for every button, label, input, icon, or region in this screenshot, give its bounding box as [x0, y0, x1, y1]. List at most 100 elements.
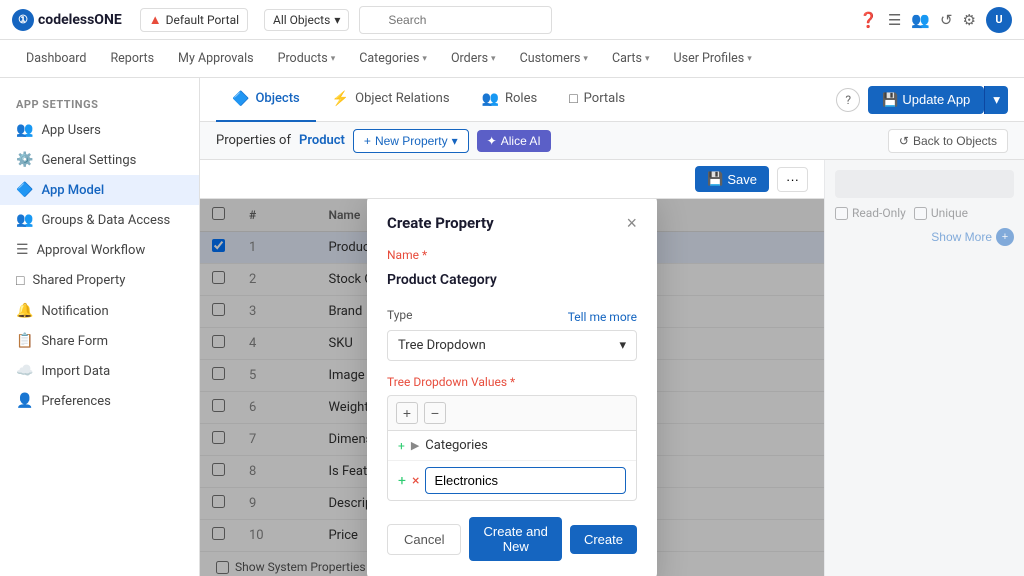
save-button[interactable]: 💾 Save	[695, 166, 769, 192]
chevron-down-icon: ▾	[331, 54, 336, 64]
portal-selector[interactable]: ▲ Default Portal	[140, 8, 248, 32]
history-icon[interactable]: ↺	[940, 11, 953, 29]
top-bar: ① codelessONE ▲ Default Portal All Objec…	[0, 0, 1024, 40]
cancel-button[interactable]: Cancel	[387, 524, 461, 555]
avatar[interactable]: U	[986, 7, 1012, 33]
alice-icon: ✦	[487, 134, 497, 148]
tree-item-remove-icon[interactable]: ×	[412, 473, 419, 489]
tree-item-add-icon[interactable]: +	[398, 473, 406, 489]
unique-check[interactable]: Unique	[914, 206, 968, 220]
unique-checkbox[interactable]	[914, 207, 927, 220]
tree-category-label: Categories	[425, 438, 488, 453]
tab-roles[interactable]: 👥 Roles	[466, 78, 554, 122]
help-button[interactable]: ?	[836, 88, 860, 112]
back-icon: ↺	[899, 134, 909, 148]
tree-input-row: + ×	[388, 461, 636, 500]
more-options-button[interactable]: ···	[777, 167, 808, 192]
sidebar-item-label: Approval Workflow	[37, 243, 146, 258]
nav-products[interactable]: Products▾	[268, 47, 346, 70]
plus-icon: +	[364, 134, 371, 148]
alice-ai-button[interactable]: ✦ Alice AI	[477, 130, 551, 152]
sidebar-item-share-form[interactable]: 📋 Share Form	[0, 326, 199, 356]
create-property-modal: Create Property × Name * Product Categor…	[367, 199, 657, 576]
props-label: Properties of	[216, 133, 291, 148]
tab-object-relations[interactable]: ⚡ Object Relations	[316, 78, 466, 122]
right-panel-options: Read-Only Unique	[835, 206, 1014, 220]
sidebar-item-general-settings[interactable]: ⚙️ General Settings	[0, 145, 199, 175]
sidebar-section-label: App Settings	[0, 92, 199, 115]
logo-icon: ①	[12, 9, 34, 31]
tree-body: + ▶ Categories + ×	[387, 430, 637, 501]
right-panel: Read-Only Unique Show More +	[824, 160, 1024, 576]
sidebar-item-import-data[interactable]: ☁️ Import Data	[0, 356, 199, 386]
chevron-down-icon: ▾	[422, 54, 427, 64]
sidebar-item-label: Import Data	[41, 364, 110, 379]
tree-remove-button[interactable]: −	[424, 402, 446, 424]
update-app-label: Update App	[902, 92, 970, 107]
main-layout: App Settings 👥 App Users ⚙️ General Sett…	[0, 78, 1024, 576]
objects-dropdown[interactable]: All Objects ▾	[264, 9, 349, 31]
new-property-button[interactable]: + New Property ▾	[353, 129, 469, 153]
chevron-down-icon: ▾	[645, 54, 650, 64]
nav-categories[interactable]: Categories▾	[349, 47, 437, 70]
type-select[interactable]: Tree Dropdown ▾	[387, 330, 637, 361]
sidebar: App Settings 👥 App Users ⚙️ General Sett…	[0, 78, 200, 576]
groups-icon: 👥	[16, 212, 33, 228]
objects-tab-icon: 🔷	[232, 91, 249, 107]
nav-orders[interactable]: Orders▾	[441, 47, 506, 70]
sidebar-item-preferences[interactable]: 👤 Preferences	[0, 386, 199, 416]
nav-approvals[interactable]: My Approvals	[168, 47, 264, 70]
tab-objects[interactable]: 🔷 Objects	[216, 78, 316, 122]
nav-carts[interactable]: Carts▾	[602, 47, 660, 70]
show-more-label: Show More	[931, 230, 992, 244]
menu-icon[interactable]: ☰	[888, 11, 901, 29]
create-button[interactable]: Create	[570, 525, 637, 554]
modal-header: Create Property ×	[387, 214, 637, 232]
tree-expand-add-icon[interactable]: +	[398, 439, 405, 453]
chevron-right-icon: ▶	[411, 439, 419, 452]
readonly-check[interactable]: Read-Only	[835, 206, 906, 220]
sidebar-item-app-model[interactable]: 🔷 App Model	[0, 175, 199, 205]
portals-tab-icon: □	[569, 90, 577, 107]
users-icon[interactable]: 👥	[911, 11, 930, 29]
tree-item-input[interactable]	[425, 467, 626, 494]
object-tabs: 🔷 Objects ⚡ Object Relations 👥 Roles □ P…	[200, 78, 1024, 122]
logo-text: codelessONE	[38, 12, 122, 28]
nav-customers[interactable]: Customers▾	[510, 47, 598, 70]
sidebar-item-groups[interactable]: 👥 Groups & Data Access	[0, 205, 199, 235]
help-icon[interactable]: ❓	[859, 11, 878, 29]
main-content: 🔷 Objects ⚡ Object Relations 👥 Roles □ P…	[200, 78, 1024, 576]
sidebar-item-approval-workflow[interactable]: ☰ Approval Workflow	[0, 235, 199, 265]
nav-dashboard[interactable]: Dashboard	[16, 47, 96, 70]
type-select-value: Tree Dropdown	[398, 338, 486, 353]
chevron-down-icon: ▾	[747, 54, 752, 64]
nav-reports[interactable]: Reports	[100, 47, 164, 70]
table-toolbar: 💾 Save ···	[200, 160, 824, 199]
name-field-value: Product Category	[387, 266, 637, 294]
sidebar-item-app-users[interactable]: 👥 App Users	[0, 115, 199, 145]
create-and-new-button[interactable]: Create and New	[469, 517, 562, 561]
back-label: Back to Objects	[913, 134, 997, 148]
tab-portals[interactable]: □ Portals	[553, 78, 641, 122]
sidebar-item-shared-property[interactable]: □ Shared Property	[0, 265, 199, 296]
back-to-objects-button[interactable]: ↺ Back to Objects	[888, 129, 1008, 153]
new-prop-label: New Property	[375, 134, 448, 148]
sidebar-item-notification[interactable]: 🔔 Notification	[0, 296, 199, 326]
search-wrap: 🔍	[359, 6, 552, 34]
modal-close-button[interactable]: ×	[626, 214, 637, 232]
update-app-dropdown-button[interactable]: ▾	[984, 86, 1008, 114]
settings-icon[interactable]: ⚙	[963, 11, 976, 29]
show-more-button[interactable]: Show More +	[931, 228, 1014, 246]
nav-userprofiles[interactable]: User Profiles▾	[664, 47, 762, 70]
tree-values-label: Tree Dropdown Values *	[387, 375, 637, 389]
tell-me-more-link[interactable]: Tell me more	[568, 310, 637, 324]
tree-add-button[interactable]: +	[396, 402, 418, 424]
search-input[interactable]	[359, 6, 552, 34]
readonly-checkbox[interactable]	[835, 207, 848, 220]
gear-icon: ⚙️	[16, 152, 33, 168]
update-app-button[interactable]: 💾 Update App	[868, 86, 984, 114]
relations-tab-icon: ⚡	[332, 91, 349, 107]
save-small-icon: 💾	[882, 92, 898, 108]
name-field-label: Name *	[387, 248, 637, 262]
show-more-icon: +	[996, 228, 1014, 246]
